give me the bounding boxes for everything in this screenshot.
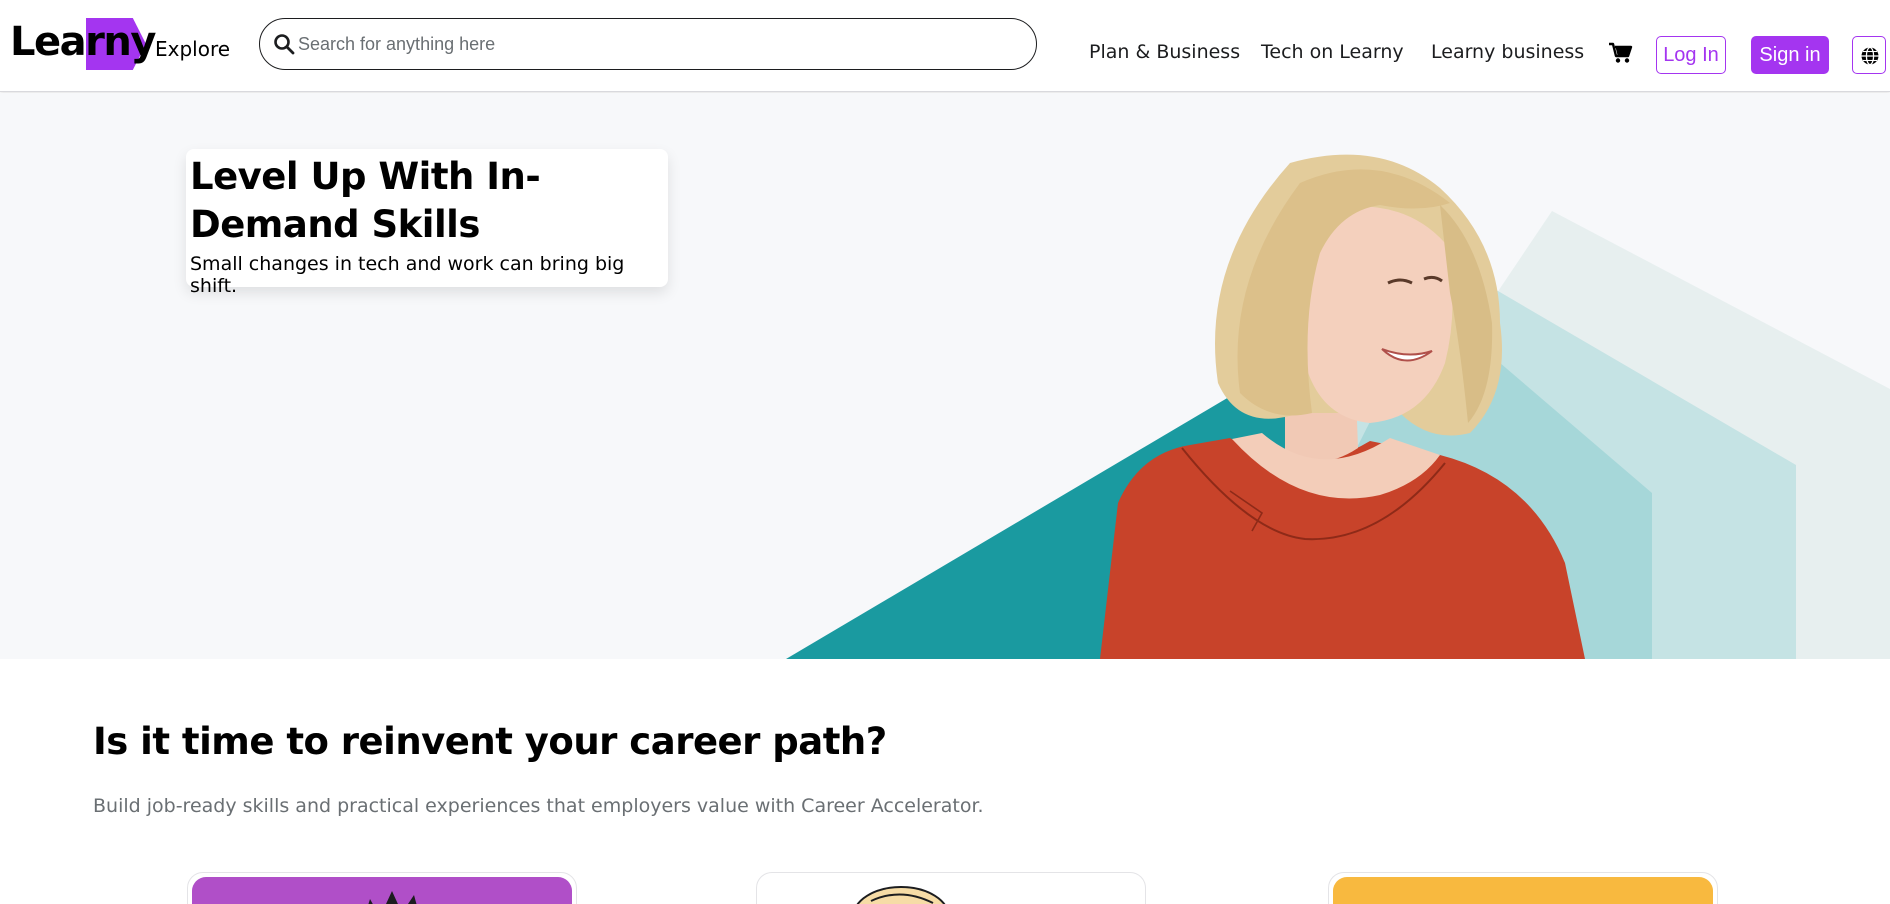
career-card-3-image [1333, 877, 1713, 904]
search-bar[interactable] [259, 18, 1037, 70]
learny-logo[interactable]: Learny [10, 16, 156, 72]
top-navbar: Learny Explore Plan & Business Tech on L… [0, 0, 1890, 92]
logo-text: Learny [10, 19, 156, 65]
search-icon [274, 34, 295, 55]
career-card-2-image [761, 877, 1141, 904]
career-card-2-illustration [856, 886, 946, 904]
hero-subtitle: Small changes in tech and work can bring… [190, 253, 625, 297]
nav-learny-business[interactable]: Learny business [1431, 41, 1584, 63]
career-card-2[interactable] [756, 872, 1146, 904]
career-card-1-illustration [368, 891, 417, 904]
search-input[interactable] [298, 29, 998, 59]
career-section-title: Is it time to reinvent your career path? [93, 720, 887, 763]
career-section-subtitle: Build job-ready skills and practical exp… [93, 795, 984, 817]
hero-card: Level Up With In-Demand Skills Small cha… [186, 149, 668, 297]
cart-button[interactable] [1609, 42, 1633, 69]
hero-banner: Level Up With In-Demand Skills Small cha… [0, 93, 1890, 659]
hero-title: Level Up With In-Demand Skills [190, 155, 541, 246]
explore-link[interactable]: Explore [155, 37, 230, 61]
login-button[interactable]: Log In [1656, 36, 1726, 74]
career-card-1[interactable] [187, 872, 577, 904]
nav-tech-on-learny[interactable]: Tech on Learny [1261, 41, 1404, 63]
career-card-1-image [192, 877, 572, 904]
shopping-cart-icon [1609, 42, 1633, 63]
career-card-3[interactable] [1328, 872, 1718, 904]
nav-plan-business[interactable]: Plan & Business [1089, 41, 1240, 63]
signin-button[interactable]: Sign in [1751, 36, 1829, 74]
language-button[interactable] [1852, 36, 1886, 74]
globe-icon [1861, 46, 1879, 66]
